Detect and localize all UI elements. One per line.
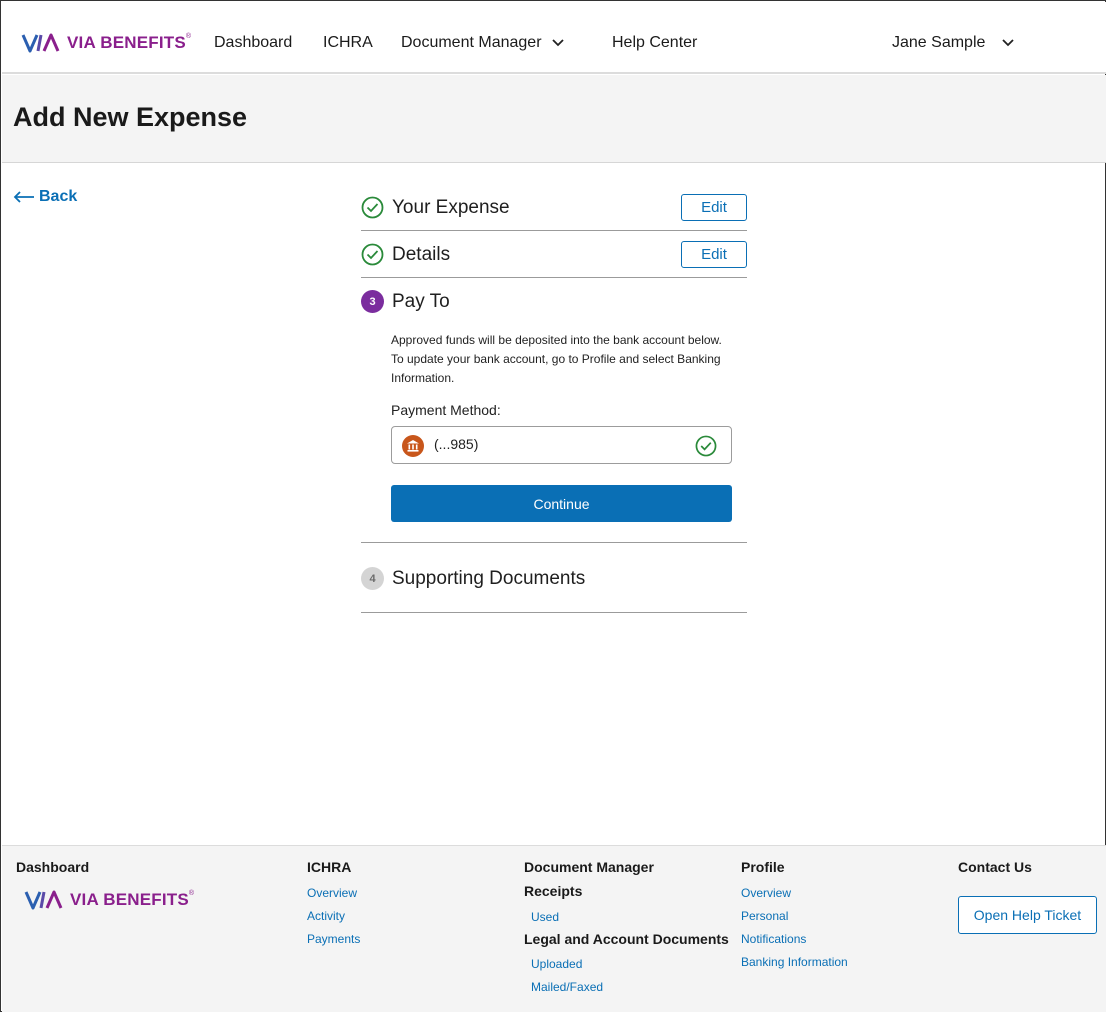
logo-text: VIA BENEFITS® xyxy=(70,890,195,909)
pay-to-description: Approved funds will be deposited into th… xyxy=(391,333,722,385)
via-logo-icon xyxy=(21,33,60,53)
payment-method-label: Payment Method: xyxy=(391,402,501,418)
step-number-badge: 3 xyxy=(361,290,384,313)
user-menu[interactable]: Jane Sample xyxy=(892,34,1014,52)
step-label: Details xyxy=(392,244,451,265)
footer-profile-heading[interactable]: Profile xyxy=(741,859,785,875)
open-help-ticket-button[interactable]: Open Help Ticket xyxy=(958,896,1097,934)
footer-profile-overview-link[interactable]: Overview xyxy=(741,886,791,900)
step-label: Supporting Documents xyxy=(392,568,586,589)
footer-ichra-overview-link[interactable]: Overview xyxy=(307,886,357,900)
step-label: Your Expense xyxy=(392,197,510,218)
app-frame: VIA BENEFITS® Dashboard ICHRA Document M… xyxy=(0,0,1106,1012)
nav-document-manager[interactable]: Document Manager xyxy=(401,34,564,52)
nav-help-center[interactable]: Help Center xyxy=(612,34,697,52)
footer-profile-personal-link[interactable]: Personal xyxy=(741,909,788,923)
footer-legal-mailed-link[interactable]: Mailed/Faxed xyxy=(531,980,603,994)
payment-method-value: (...985) xyxy=(434,436,479,452)
step-your-expense: Your Expense Edit xyxy=(361,184,747,231)
step-number-badge: 4 xyxy=(361,567,384,590)
arrow-left-icon xyxy=(13,191,34,203)
page-header: Add New Expense xyxy=(2,75,1106,163)
edit-details-button[interactable]: Edit xyxy=(681,241,747,268)
footer-ichra-heading[interactable]: ICHRA xyxy=(307,859,351,875)
payment-method-select[interactable]: (...985) xyxy=(391,426,732,464)
footer-legal-heading: Legal and Account Documents xyxy=(524,931,729,947)
logo-text: VIA BENEFITS® xyxy=(67,33,192,52)
top-navigation: VIA BENEFITS® Dashboard ICHRA Document M… xyxy=(2,2,1106,74)
chevron-down-icon xyxy=(1002,39,1014,47)
footer-profile-banking-link[interactable]: Banking Information xyxy=(741,955,848,969)
continue-button[interactable]: Continue xyxy=(391,485,732,522)
footer-dashboard-link[interactable]: Dashboard xyxy=(16,859,89,875)
check-circle-icon xyxy=(361,243,384,266)
back-label: Back xyxy=(39,188,78,205)
via-logo-icon xyxy=(24,890,63,910)
nav-document-manager-label: Document Manager xyxy=(401,34,542,51)
footer-receipts-heading: Receipts xyxy=(524,883,583,899)
footer-profile-notifications-link[interactable]: Notifications xyxy=(741,932,806,946)
footer-document-manager-heading[interactable]: Document Manager xyxy=(524,859,654,875)
footer: Dashboard VIA BENEFITS® ICHRA Overview A… xyxy=(2,845,1106,1012)
bank-icon xyxy=(402,435,424,457)
nav-dashboard[interactable]: Dashboard xyxy=(214,34,292,52)
footer-ichra-payments-link[interactable]: Payments xyxy=(307,932,360,946)
nav-ichra[interactable]: ICHRA xyxy=(323,34,373,52)
footer-ichra-activity-link[interactable]: Activity xyxy=(307,909,345,923)
via-benefits-logo[interactable]: VIA BENEFITS® xyxy=(21,32,191,54)
via-benefits-logo: VIA BENEFITS® xyxy=(24,889,194,911)
step-label: Pay To xyxy=(392,291,450,312)
step-supporting-documents: 4 Supporting Documents xyxy=(361,543,747,613)
edit-your-expense-button[interactable]: Edit xyxy=(681,194,747,221)
footer-legal-uploaded-link[interactable]: Uploaded xyxy=(531,957,582,971)
user-name: Jane Sample xyxy=(892,34,986,51)
chevron-down-icon xyxy=(552,39,564,47)
back-link[interactable]: Back xyxy=(13,188,77,206)
footer-contact-heading: Contact Us xyxy=(958,859,1032,875)
footer-receipts-used-link[interactable]: Used xyxy=(531,910,559,924)
check-circle-icon xyxy=(361,196,384,219)
page-title: Add New Expense xyxy=(13,102,248,132)
step-details: Details Edit xyxy=(361,231,747,278)
check-circle-icon xyxy=(695,435,717,457)
